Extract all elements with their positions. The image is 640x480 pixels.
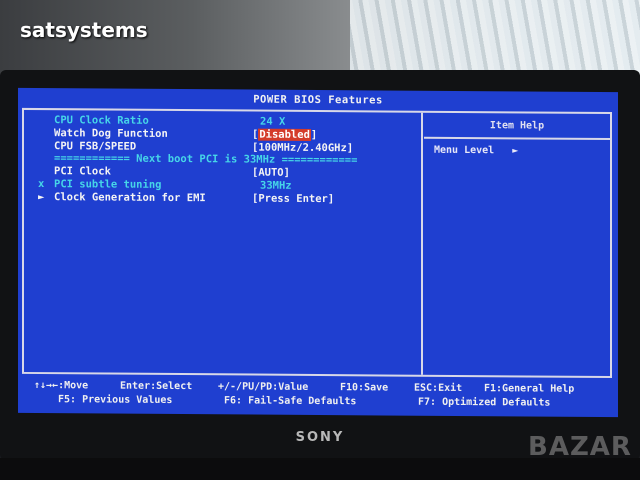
selected-value-highlight: Disabled [258, 128, 311, 141]
key-legend-footer: ↑↓→←:Move Enter:Select +/-/PU/PD:Value F… [22, 378, 612, 414]
key-hint-select: Enter:Select [120, 380, 193, 393]
key-hint-general-help: F1:General Help [484, 383, 575, 395]
item-help-header: Item Help [424, 112, 610, 141]
background-curtain [350, 0, 640, 80]
menu-level-label: Menu Level [434, 144, 495, 157]
corner-watermark-logo: BAZAR [528, 432, 632, 462]
item-help-title: Item Help [489, 120, 545, 132]
setting-label: Watch Dog Function [54, 127, 168, 140]
setting-label: PCI Clock [54, 165, 111, 178]
setting-value: 24 X [260, 115, 286, 128]
page-title: POWER BIOS Features [253, 93, 383, 107]
setting-row-pci-clock[interactable]: PCI Clock [AUTO] [32, 165, 290, 179]
disabled-marker-icon: x [38, 178, 45, 191]
watermark-text: satsystems [20, 18, 148, 42]
setting-value: [Press Enter] [252, 192, 335, 206]
setting-row-cpu-fsb-speed[interactable]: CPU FSB/SPEED [100MHz/2.40GHz] [32, 140, 353, 154]
key-hint-move: ↑↓→←:Move [34, 380, 89, 392]
setting-row-clock-generation-emi[interactable]: ► Clock Generation for EMI [Press Enter] [32, 191, 334, 205]
setting-row-cpu-clock-ratio[interactable]: CPU Clock Ratio 24 X [32, 114, 285, 128]
setting-value: [Disabled] [252, 129, 317, 141]
key-hint-fail-safe-defaults: F6: Fail-Safe Defaults [224, 395, 357, 408]
bios-screen: POWER BIOS Features CPU Clock Ratio 24 X… [18, 87, 618, 418]
key-hint-value: +/-/PU/PD:Value [218, 381, 309, 393]
key-hint-optimized-defaults: F7: Optimized Defaults [418, 396, 551, 409]
setting-label: CPU FSB/SPEED [54, 140, 137, 153]
panel-divider [421, 112, 423, 375]
menu-level-arrow-icon: ► [512, 145, 519, 157]
key-hint-previous-values: F5: Previous Values [58, 394, 173, 406]
setting-row-pci-subtle-tuning: x PCI subtle tuning 33MHz [32, 178, 292, 192]
settings-frame: CPU Clock Ratio 24 X Watch Dog Function … [22, 107, 612, 379]
menu-level: Menu Level ► [434, 145, 518, 157]
key-hint-save: F10:Save [340, 382, 389, 394]
setting-label: PCI subtle tuning [54, 178, 162, 191]
bracket-close: ] [310, 128, 318, 141]
setting-value: [AUTO] [252, 166, 290, 179]
key-hint-exit: ESC:Exit [414, 382, 463, 395]
setting-value: 33MHz [260, 179, 292, 192]
setting-row-watch-dog-function[interactable]: Watch Dog Function [Disabled] [32, 127, 317, 141]
setting-label: CPU Clock Ratio [54, 114, 149, 127]
setting-label: Clock Generation for EMI [54, 191, 206, 205]
setting-value: [100MHz/2.40GHz] [252, 141, 354, 155]
next-boot-separator: ============ Next boot PCI is 33MHz ====… [54, 152, 358, 167]
submenu-arrow-icon: ► [38, 191, 45, 204]
